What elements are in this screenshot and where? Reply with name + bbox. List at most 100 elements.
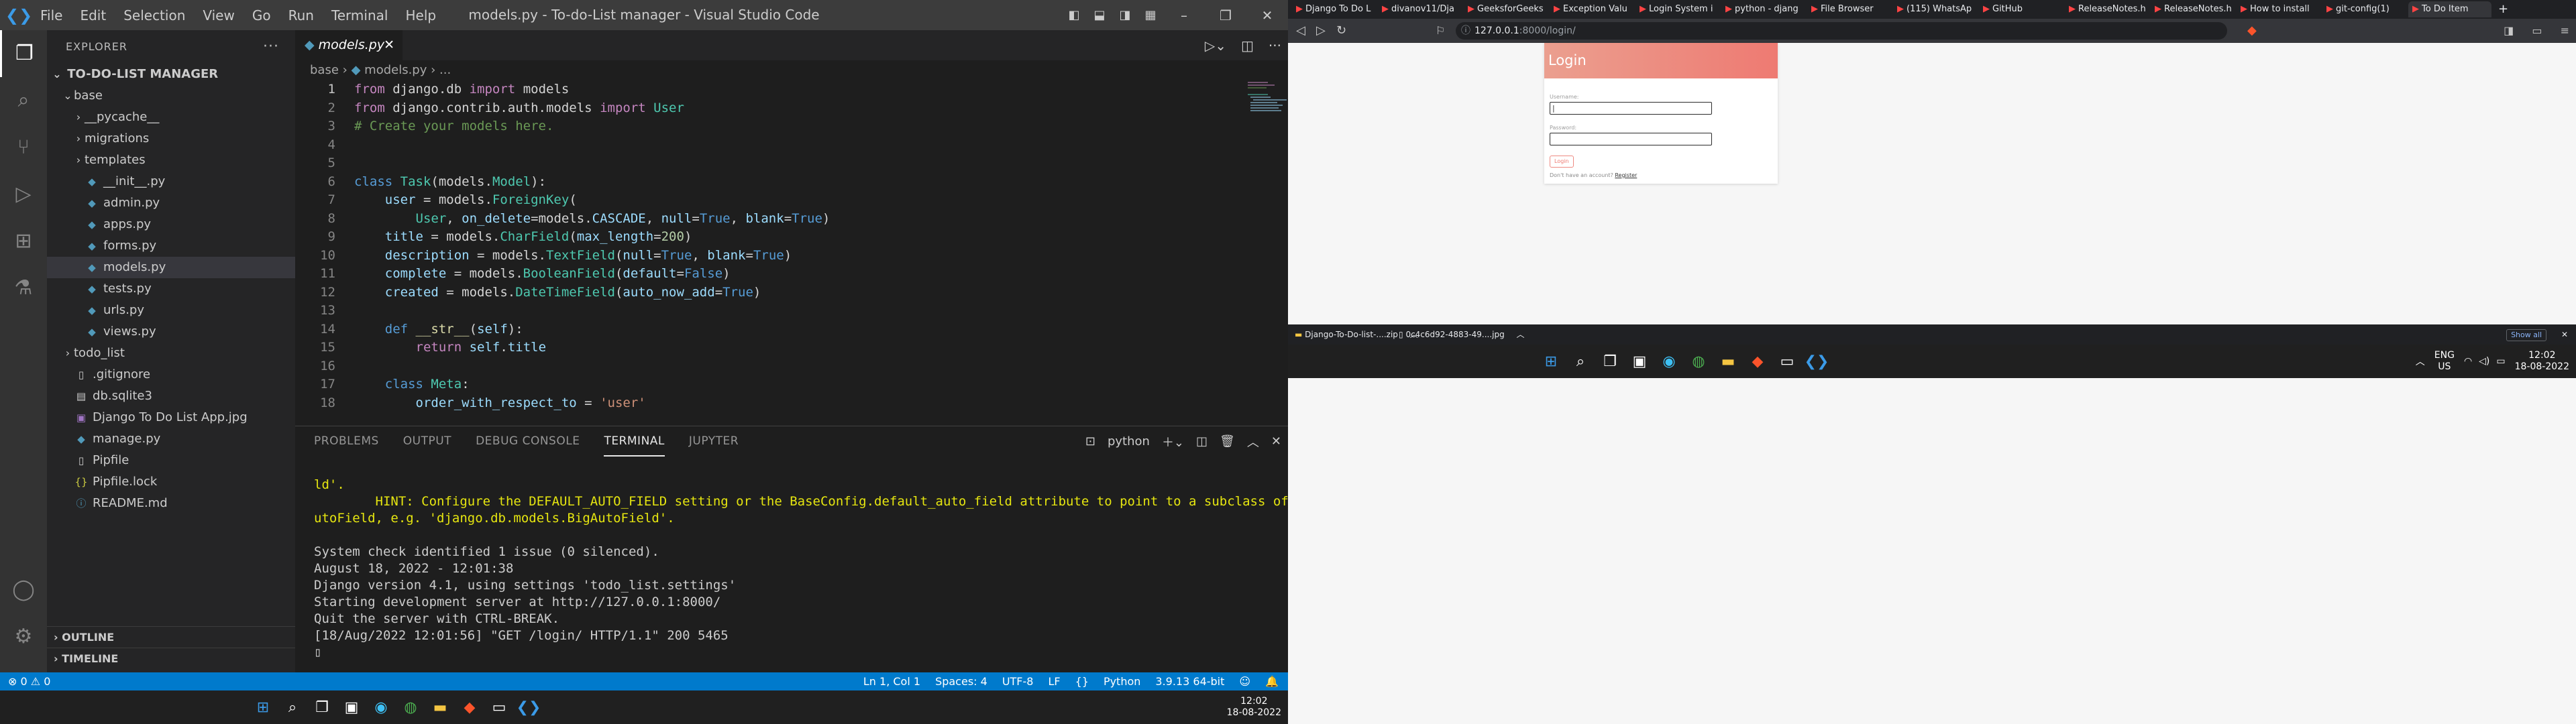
more-actions-icon[interactable]: ··· (1269, 38, 1281, 54)
testing-icon[interactable]: ⚗ (0, 265, 47, 312)
tab-debug-console[interactable]: DEBUG CONSOLE (476, 426, 580, 457)
language-mode[interactable]: Python (1104, 672, 1140, 690)
tree-item[interactable]: ▣ Django To Do List App.jpg (47, 407, 295, 428)
chevron-up-icon[interactable]: ︿ (1517, 330, 1525, 339)
menu-item-help[interactable]: Help (405, 7, 436, 23)
explorer-icon[interactable]: ❐ (0, 30, 47, 77)
menu-item-file[interactable]: File (40, 7, 62, 23)
browser-tab[interactable]: ▶ python - djang (1721, 1, 1805, 17)
brave-icon[interactable]: ◆ (1743, 353, 1772, 370)
tree-item[interactable]: ◆ __init__.py (47, 171, 295, 192)
show-all-button[interactable]: Show all (2506, 329, 2547, 341)
close-panel-icon[interactable]: ✕ (1271, 434, 1281, 448)
chat-icon[interactable]: ▣ (337, 699, 366, 716)
menu-icon[interactable]: ≡ (2561, 24, 2569, 37)
menu-item-selection[interactable]: Selection (123, 7, 185, 23)
browser-tab[interactable]: ▶ git-config(1) (2322, 1, 2406, 17)
menu-item-view[interactable]: View (203, 7, 234, 23)
split-terminal-icon[interactable]: ◫ (1196, 434, 1208, 448)
chrome-icon[interactable]: ◍ (1684, 353, 1713, 370)
chevron-up-icon[interactable]: ︿ (2416, 355, 2425, 368)
search-icon[interactable]: ⌕ (1566, 353, 1595, 370)
source-control-icon[interactable]: ⑂ (0, 124, 47, 171)
terminal-output[interactable]: ld'. HINT: Configure the DEFAULT_AUTO_FI… (314, 477, 1288, 661)
brave-shields-icon[interactable]: ◆ (2247, 19, 2257, 43)
browser-tab[interactable]: ▶ GeeksforGeeks (1464, 1, 1547, 17)
terminal-icon[interactable]: ▭ (1772, 353, 1802, 370)
maximize-icon[interactable]: ❐ (1205, 7, 1246, 23)
login-button[interactable]: Login (1550, 156, 1574, 168)
tree-item[interactable]: ◆ tests.py (47, 278, 295, 300)
tree-item[interactable]: ▯ .gitignore (47, 364, 295, 385)
task-view-icon[interactable]: ❐ (1595, 353, 1625, 370)
tree-item[interactable]: › migrations (47, 128, 295, 149)
cursor-position[interactable]: Ln 1, Col 1 (863, 672, 920, 690)
language-indicator[interactable]: ENG US (2434, 350, 2455, 373)
forward-icon[interactable]: ▷ (1316, 19, 1326, 43)
chrome-icon[interactable]: ◍ (396, 699, 425, 716)
browser-tab[interactable]: ▶ Exception Valu (1550, 1, 1633, 17)
tree-item[interactable]: ◆ manage.py (47, 428, 295, 450)
chat-icon[interactable]: ▣ (1625, 353, 1654, 370)
account-icon[interactable]: ◯ (0, 566, 47, 613)
breadcrumb-file[interactable]: models.py (364, 63, 427, 77)
sidebar-icon[interactable]: ◨ (2504, 24, 2514, 37)
tree-item[interactable]: ◆ urls.py (47, 300, 295, 321)
new-terminal-icon[interactable]: ＋⌄ (1162, 433, 1184, 450)
download-item[interactable]: ▯ 0c4c6d92-4883-49....jpg ︿ (1399, 324, 1525, 345)
browser-tab[interactable]: ▶ ReleaseNotes.h (2151, 1, 2234, 17)
tree-item[interactable]: ◆ forms.py (47, 235, 295, 257)
new-tab-icon[interactable]: + (2494, 1, 2508, 17)
vscode-icon[interactable]: ❮❯ (1802, 353, 1831, 370)
timeline-section[interactable]: › TIMELINE (47, 648, 295, 672)
breadcrumb-symbol[interactable]: ... (439, 63, 451, 77)
terminal-icon[interactable]: ▭ (484, 699, 514, 716)
trash-icon[interactable]: 🗑 (1220, 434, 1235, 448)
tree-item[interactable]: ▤ db.sqlite3 (47, 385, 295, 407)
menu-item-run[interactable]: Run (288, 7, 314, 23)
browser-tab[interactable]: ▶ Login System i (1635, 1, 1719, 17)
close-icon[interactable]: ✕ (1246, 7, 1288, 23)
browser-tab[interactable]: ▶ How to install (2237, 1, 2320, 17)
problems-indicator[interactable]: ⊗ 0 ⚠ 0 (8, 672, 50, 690)
tab-problems[interactable]: PROBLEMS (314, 426, 379, 457)
username-input[interactable]: | (1550, 102, 1712, 115)
toggle-sidebar-icon[interactable]: ◧ (1061, 8, 1087, 22)
indentation[interactable]: Spaces: 4 (935, 672, 987, 690)
minimap[interactable] (1248, 80, 1288, 134)
wifi-icon[interactable]: ◠ (2464, 356, 2472, 367)
tab-terminal[interactable]: TERMINAL (604, 426, 665, 457)
edge-icon[interactable]: ◉ (366, 699, 396, 716)
reload-icon[interactable]: ↻ (1336, 19, 1346, 43)
breadcrumb-folder[interactable]: base (310, 63, 339, 77)
tab-jupyter[interactable]: JUPYTER (689, 426, 739, 457)
settings-gear-icon[interactable]: ⚙ (0, 613, 47, 660)
tree-item[interactable]: ◆ apps.py (47, 214, 295, 235)
clock[interactable]: 12:02 18-08-2022 (1227, 696, 1281, 719)
browser-tab[interactable]: ▶ File Browser (1807, 1, 1890, 17)
close-downloads-icon[interactable]: ✕ (2561, 330, 2568, 339)
tree-item[interactable]: ◆ views.py (47, 321, 295, 343)
menu-item-terminal[interactable]: Terminal (331, 7, 388, 23)
encoding[interactable]: UTF-8 (1002, 672, 1034, 690)
menu-item-go[interactable]: Go (252, 7, 271, 23)
run-python-file-icon[interactable]: ▷⌄ (1205, 38, 1226, 54)
python-interpreter[interactable]: 3.9.13 64-bit (1155, 672, 1224, 690)
chevron-up-icon[interactable]: ︿ (1247, 433, 1259, 450)
notifications-bell-icon[interactable]: 🔔 (1265, 672, 1279, 690)
customize-layout-icon[interactable]: ▦ (1138, 8, 1163, 22)
more-actions-icon[interactable]: ··· (263, 30, 279, 64)
register-link[interactable]: Register (1615, 172, 1637, 178)
site-info-icon[interactable]: ⓘ (1461, 22, 1470, 40)
tree-item[interactable]: ◆ admin.py (47, 192, 295, 214)
run-debug-icon[interactable]: ▷ (0, 171, 47, 218)
menu-item-edit[interactable]: Edit (80, 7, 106, 23)
browser-tab[interactable]: ▶ GitHub (1979, 1, 2062, 17)
password-input[interactable] (1550, 133, 1712, 145)
tree-item[interactable]: ◆ models.py (47, 257, 295, 278)
browser-tab[interactable]: ▶ (115) WhatsAp (1893, 1, 1976, 17)
file-explorer-icon[interactable]: ▬ (1713, 353, 1743, 370)
tree-item[interactable]: › todo_list (47, 343, 295, 364)
feedback-icon[interactable]: ☺ (1239, 672, 1250, 690)
browser-tab[interactable]: ▶ To Do Item (2408, 1, 2491, 17)
